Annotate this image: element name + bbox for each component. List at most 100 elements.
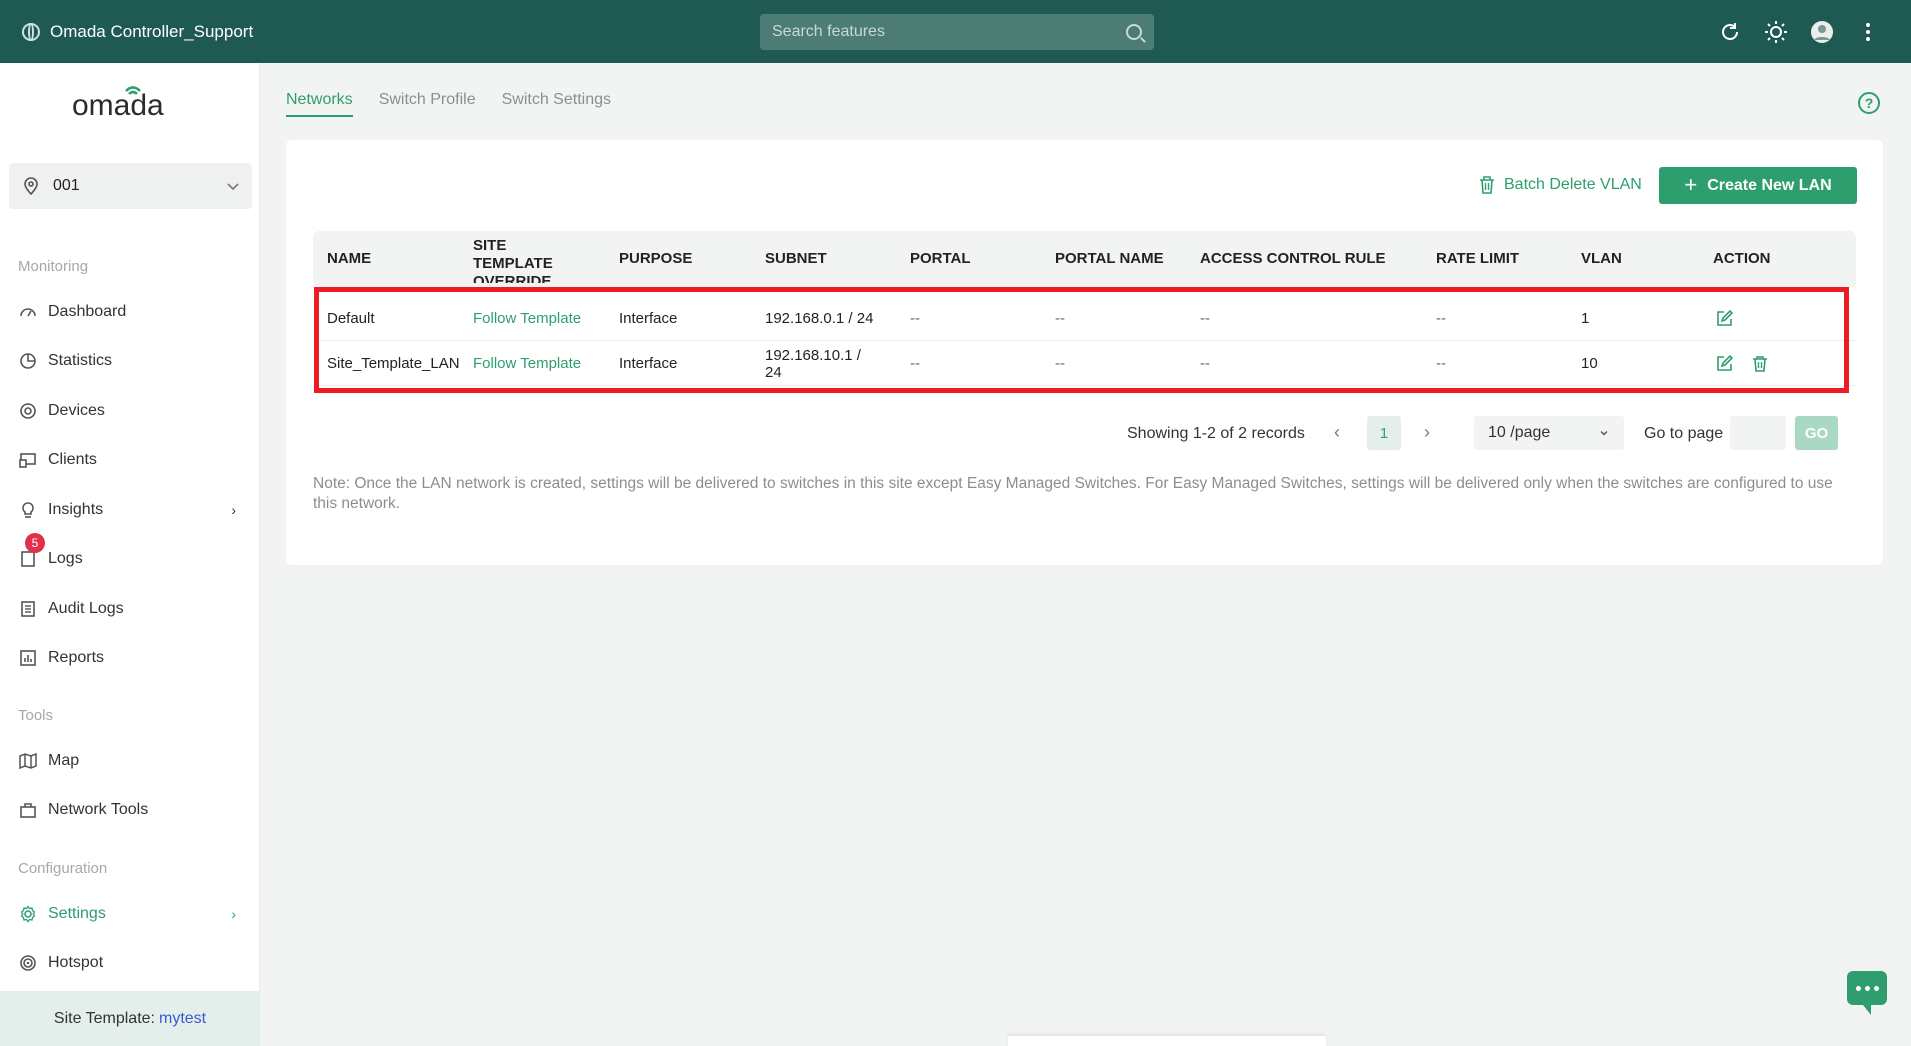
toolbox-icon bbox=[18, 800, 38, 820]
column-header-portal[interactable]: PORTAL bbox=[910, 231, 971, 287]
go-to-page-input[interactable] bbox=[1730, 416, 1786, 450]
refresh-icon[interactable] bbox=[1717, 19, 1743, 45]
more-vertical-icon[interactable] bbox=[1855, 19, 1881, 45]
cell-override-link[interactable]: Follow Template bbox=[473, 341, 581, 386]
column-header-rate-limit[interactable]: RATE LIMIT bbox=[1436, 231, 1519, 287]
trash-icon bbox=[1480, 176, 1494, 194]
theme-sun-icon[interactable] bbox=[1763, 19, 1789, 45]
sidebar-item-map[interactable]: Map bbox=[18, 745, 248, 777]
cell-subnet: 192.168.0.1 / 24 bbox=[765, 310, 874, 327]
reports-icon bbox=[18, 648, 38, 668]
edit-icon[interactable] bbox=[1715, 354, 1733, 373]
sidebar-item-statistics[interactable]: Statistics bbox=[18, 345, 248, 377]
sidebar-item-settings[interactable]: Settings › bbox=[18, 898, 248, 930]
cell-override-link[interactable]: Follow Template bbox=[473, 296, 581, 341]
chevron-down-icon bbox=[1600, 431, 1608, 436]
cell-acl: -- bbox=[1200, 310, 1210, 327]
top-icons bbox=[1717, 0, 1881, 63]
sidebar-item-label: Devices bbox=[48, 402, 105, 419]
cell-purpose: Interface bbox=[619, 355, 678, 372]
logs-count-badge: 5 bbox=[25, 533, 45, 553]
statistics-icon bbox=[18, 351, 38, 371]
sidebar-item-insights[interactable]: Insights › bbox=[18, 494, 248, 526]
sidebar-item-dashboard[interactable]: Dashboard bbox=[18, 296, 248, 328]
search-icon[interactable] bbox=[1126, 24, 1142, 40]
svg-text:omada: omada bbox=[72, 89, 164, 122]
sidebar-item-network-tools[interactable]: Network Tools bbox=[18, 794, 248, 826]
sidebar-item-label: Hotspot bbox=[48, 954, 104, 971]
trash-icon[interactable] bbox=[1751, 355, 1769, 373]
column-header-name[interactable]: NAME bbox=[327, 231, 371, 287]
cell-vlan: 10 bbox=[1581, 355, 1598, 372]
edit-icon[interactable] bbox=[1715, 309, 1733, 328]
chevron-right-icon: › bbox=[231, 502, 236, 518]
lightbulb-icon bbox=[18, 500, 38, 520]
sidebar-item-label: Logs bbox=[48, 550, 83, 567]
lan-note: Note: Once the LAN network is created, s… bbox=[313, 475, 1833, 512]
column-header-vlan[interactable]: VLAN bbox=[1581, 231, 1622, 287]
column-header-purpose[interactable]: PURPOSE bbox=[619, 231, 692, 287]
page-size-select[interactable]: 10 /page bbox=[1474, 416, 1624, 450]
sidebar-item-reports[interactable]: Reports bbox=[18, 642, 248, 674]
tab-switch-settings[interactable]: Switch Settings bbox=[502, 91, 611, 117]
cell-rate-limit: -- bbox=[1436, 310, 1446, 327]
sidebar-item-label: Network Tools bbox=[48, 801, 149, 818]
help-icon[interactable]: ? bbox=[1858, 92, 1880, 114]
audit-logs-icon bbox=[18, 599, 38, 619]
search-box[interactable] bbox=[760, 14, 1154, 50]
hotspot-icon bbox=[18, 953, 38, 973]
devices-icon bbox=[18, 401, 38, 421]
table-row[interactable]: Default Follow Template Interface 192.16… bbox=[313, 296, 1856, 341]
bottom-popover-edge bbox=[1008, 1036, 1326, 1046]
chevron-down-icon bbox=[227, 183, 239, 191]
site-selector[interactable]: 001 bbox=[9, 163, 252, 209]
search-input[interactable] bbox=[772, 23, 1126, 41]
column-header-action: ACTION bbox=[1713, 250, 1771, 267]
column-header-access-control-rule[interactable]: ACCESS CONTROL RULE bbox=[1200, 231, 1386, 287]
batch-delete-label: Batch Delete VLAN bbox=[1504, 176, 1642, 193]
controller-brand[interactable]: Omada Controller_Support bbox=[22, 22, 253, 42]
column-header-portal-name[interactable]: PORTAL NAME bbox=[1055, 231, 1164, 287]
sidebar-item-devices[interactable]: Devices bbox=[18, 395, 248, 427]
site-template-bar: Site Template: mytest bbox=[0, 991, 260, 1046]
sidebar-item-logs[interactable]: 5 Logs bbox=[18, 533, 248, 575]
cell-acl: -- bbox=[1200, 355, 1210, 372]
sidebar-item-label: Map bbox=[48, 752, 80, 769]
tab-switch-profile[interactable]: Switch Profile bbox=[379, 91, 476, 117]
cell-purpose: Interface bbox=[619, 310, 678, 327]
column-header-subnet[interactable]: SUBNET bbox=[765, 231, 827, 287]
location-pin-icon bbox=[24, 177, 38, 196]
cell-rate-limit: -- bbox=[1436, 355, 1446, 372]
tab-networks[interactable]: Networks bbox=[286, 91, 353, 117]
next-page-icon[interactable]: › bbox=[1424, 422, 1430, 443]
sidebar-item-label: Statistics bbox=[48, 352, 113, 369]
page-size-value: 10 /page bbox=[1488, 424, 1551, 441]
top-bar: Omada Controller_Support bbox=[0, 0, 1911, 63]
sidebar-item-clients[interactable]: Clients bbox=[18, 444, 248, 476]
cell-name: Default bbox=[327, 310, 375, 327]
create-new-lan-button[interactable]: + Create New LAN bbox=[1659, 167, 1857, 204]
user-avatar-icon[interactable] bbox=[1809, 19, 1835, 45]
prev-page-icon[interactable]: ‹ bbox=[1334, 422, 1340, 443]
sidebar-item-label: Audit Logs bbox=[48, 600, 124, 617]
omada-logo[interactable]: omada bbox=[70, 79, 190, 123]
site-template-link[interactable]: mytest bbox=[159, 1010, 206, 1028]
site-name: 001 bbox=[53, 177, 80, 194]
sidebar-item-label: Dashboard bbox=[48, 303, 127, 320]
table-row[interactable]: Site_Template_LAN Follow Template Interf… bbox=[313, 341, 1856, 386]
go-button[interactable]: GO bbox=[1795, 416, 1838, 450]
cell-action bbox=[1715, 341, 1787, 386]
cell-portal-name: -- bbox=[1055, 355, 1065, 372]
cell-portal: -- bbox=[910, 310, 920, 327]
column-header-site-template-override[interactable]: SITE TEMPLATE OVERRIDE bbox=[473, 231, 583, 283]
page-number-button[interactable]: 1 bbox=[1367, 416, 1401, 450]
section-monitoring: Monitoring bbox=[18, 258, 89, 275]
batch-delete-vlan-button[interactable]: Batch Delete VLAN bbox=[1478, 175, 1642, 195]
chat-support-icon[interactable] bbox=[1847, 971, 1887, 1015]
sidebar-item-audit-logs[interactable]: Audit Logs bbox=[18, 593, 248, 625]
dashboard-icon bbox=[18, 302, 38, 322]
sidebar-item-hotspot[interactable]: Hotspot bbox=[18, 947, 248, 979]
section-configuration: Configuration bbox=[18, 860, 108, 877]
cell-action bbox=[1715, 296, 1751, 341]
map-icon bbox=[18, 751, 38, 771]
